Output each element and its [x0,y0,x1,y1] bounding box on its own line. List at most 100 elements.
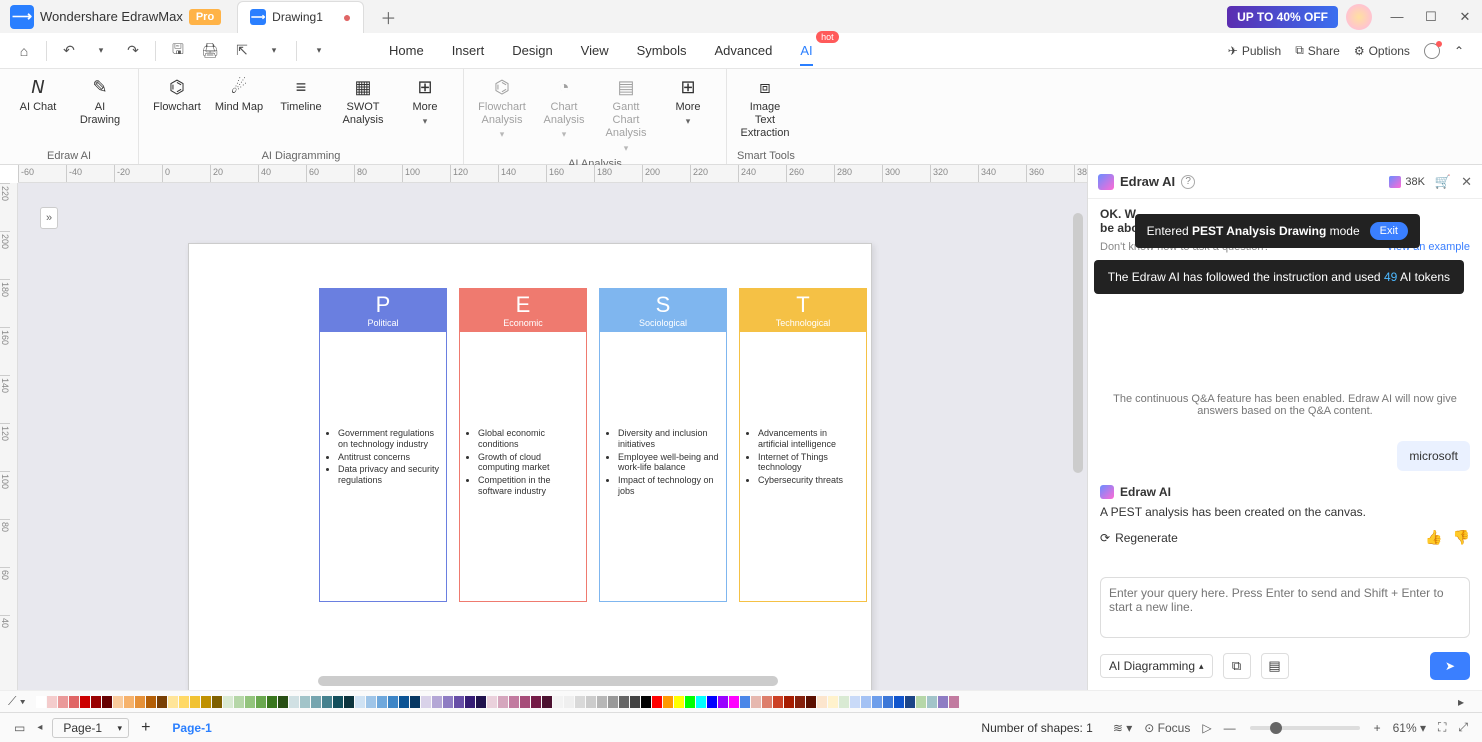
ai-mode-select[interactable]: AI Diagramming▴ [1100,654,1213,678]
swatch-more[interactable]: ▸ [1458,695,1464,709]
color-swatch[interactable] [157,696,167,708]
color-swatch[interactable] [58,696,68,708]
home-icon[interactable]: ⌂ [10,37,38,65]
color-swatch[interactable] [663,696,673,708]
color-swatch[interactable] [146,696,156,708]
color-swatch[interactable] [850,696,860,708]
color-swatch[interactable] [366,696,376,708]
horizontal-scrollbar[interactable] [318,676,778,686]
color-swatch[interactable] [608,696,618,708]
color-swatch[interactable] [190,696,200,708]
line-style-picker[interactable]: ⟋ ▾ [8,694,26,709]
color-swatch[interactable] [168,696,178,708]
color-swatch[interactable] [641,696,651,708]
share-button[interactable]: ⧉Share [1295,43,1340,58]
pest-column[interactable]: SSociologicalDiversity and inclusion ini… [599,288,727,602]
color-swatch[interactable] [377,696,387,708]
color-swatch[interactable] [520,696,530,708]
undo-button[interactable]: ↶ [55,37,83,65]
close-panel-button[interactable]: ✕ [1461,174,1472,190]
layers-icon[interactable]: ≋ ▾ [1107,719,1138,737]
expand-panel-button[interactable]: » [40,207,58,229]
color-swatch[interactable] [399,696,409,708]
pest-column[interactable]: EEconomicGlobal economic conditionsGrowt… [459,288,587,602]
color-swatch[interactable] [267,696,277,708]
add-tab-button[interactable]: ＋ [380,5,396,29]
thumbs-down-button[interactable]: 👎 [1453,529,1470,546]
color-swatch[interactable] [839,696,849,708]
color-swatch[interactable] [69,696,79,708]
color-swatch[interactable] [696,696,706,708]
ai-attachment-icon-2[interactable]: ▤ [1261,653,1289,679]
color-swatch[interactable] [806,696,816,708]
color-swatch[interactable] [773,696,783,708]
pest-column[interactable]: PPoliticalGovernment regulations on tech… [319,288,447,602]
color-swatch[interactable] [410,696,420,708]
color-swatch[interactable] [443,696,453,708]
document-tab[interactable]: ⟶ Drawing1 ● [237,1,364,33]
options-button[interactable]: ⚙Options [1354,44,1410,58]
add-page-button[interactable]: + [133,719,158,737]
promo-banner[interactable]: UP TO 40% OFF [1227,6,1338,28]
color-swatch[interactable] [938,696,948,708]
zoom-in-button[interactable]: + [1368,719,1387,737]
color-swatch[interactable] [553,696,563,708]
timeline-button[interactable]: ≡Timeline [273,73,329,116]
color-swatch[interactable] [344,696,354,708]
page[interactable]: PPoliticalGovernment regulations on tech… [188,243,872,690]
redo-button[interactable]: ↷ [119,37,147,65]
color-swatch[interactable] [674,696,684,708]
color-swatch[interactable] [564,696,574,708]
color-swatch[interactable] [718,696,728,708]
color-swatch[interactable] [322,696,332,708]
ai-chat-button[interactable]: 𝘕AI Chat [10,73,66,116]
mindmap-button[interactable]: ☄Mind Map [211,73,267,116]
color-swatch[interactable] [575,696,585,708]
menu-symbols[interactable]: Symbols [623,37,701,64]
color-swatch[interactable] [278,696,288,708]
color-swatch[interactable] [355,696,365,708]
analysis-more-button[interactable]: ⊞More▾ [660,73,716,129]
fit-page-icon[interactable]: ⛶ [1432,718,1452,737]
color-swatch[interactable] [707,696,717,708]
undo-caret[interactable]: ▾ [87,37,115,65]
color-swatch[interactable] [905,696,915,708]
flowchart-button[interactable]: ⌬Flowchart [149,73,205,116]
tokens-indicator[interactable]: 38K [1389,176,1425,188]
menu-insert[interactable]: Insert [438,37,499,64]
ai-attachment-icon-1[interactable]: ⧉ [1223,653,1251,679]
save-button[interactable]: 🖫 [164,37,192,65]
color-swatch[interactable] [388,696,398,708]
thumbs-up-button[interactable]: 👍 [1425,529,1442,546]
diagramming-more-button[interactable]: ⊞More▾ [397,73,453,129]
user-avatar[interactable] [1346,4,1372,30]
notifications-button[interactable] [1424,43,1440,59]
color-swatch[interactable] [729,696,739,708]
focus-button[interactable]: ⊙ Focus [1138,719,1196,737]
color-swatch[interactable] [124,696,134,708]
menu-ai[interactable]: AI hot [786,37,826,64]
ai-drawing-button[interactable]: ✎AI Drawing [72,73,128,129]
color-swatch[interactable] [542,696,552,708]
color-swatch[interactable] [135,696,145,708]
ai-input-box[interactable] [1100,577,1470,638]
publish-button[interactable]: ✈Publish [1228,44,1281,58]
zoom-out-button[interactable]: — [1218,719,1242,737]
zoom-slider[interactable] [1250,726,1360,730]
color-swatch[interactable] [652,696,662,708]
color-swatch[interactable] [619,696,629,708]
color-swatch[interactable] [916,696,926,708]
minimize-button[interactable]: — [1380,1,1414,33]
more-quick[interactable]: ▾ [305,37,333,65]
color-swatch[interactable] [212,696,222,708]
color-swatch[interactable] [113,696,123,708]
color-swatch[interactable] [476,696,486,708]
page-prev[interactable]: ◂ [31,720,48,735]
color-swatch[interactable] [498,696,508,708]
menu-view[interactable]: View [567,37,623,64]
collapse-ribbon-button[interactable]: ⌃ [1454,44,1464,58]
color-swatch[interactable] [630,696,640,708]
menu-home[interactable]: Home [375,37,438,64]
color-swatch[interactable] [894,696,904,708]
color-swatch[interactable] [289,696,299,708]
